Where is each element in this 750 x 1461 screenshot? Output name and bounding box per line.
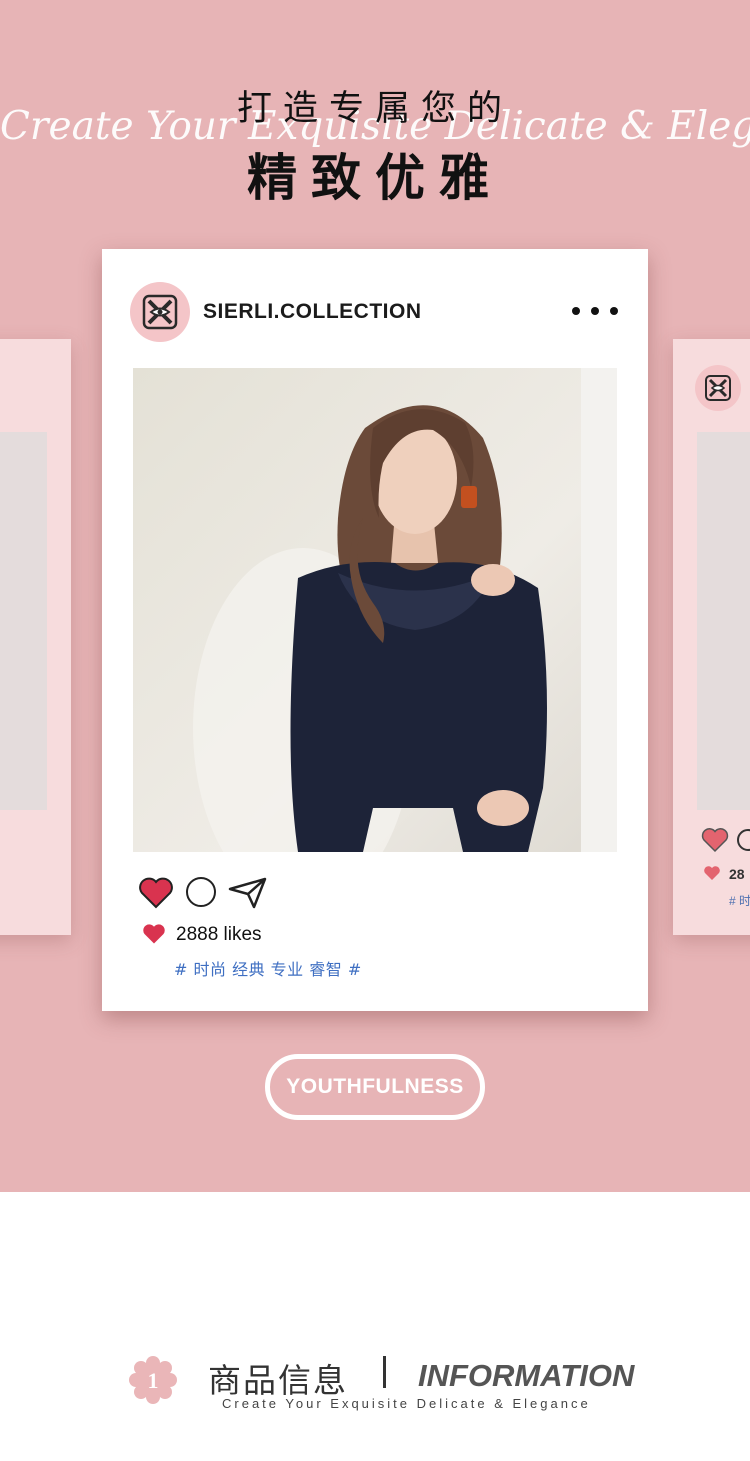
product-photo: [133, 368, 617, 852]
section-header: 1 商品信息 INFORMATION Create Your Exquisite…: [0, 1340, 750, 1420]
section-subtitle: Create Your Exquisite Delicate & Eleganc…: [222, 1396, 591, 1411]
account-name[interactable]: SIERLI.COLLECTION: [203, 300, 422, 324]
section-title-cn: 商品信息: [208, 1361, 348, 1400]
side-card-left[interactable]: [0, 339, 71, 935]
brand-avatar[interactable]: [130, 282, 190, 342]
heart-icon[interactable]: [138, 876, 174, 910]
youthfulness-button[interactable]: YOUTHFULNESS: [265, 1054, 485, 1120]
comment-icon[interactable]: [186, 877, 216, 907]
side-card-right[interactable]: 28 # 时: [673, 339, 750, 935]
flower-badge-icon: 1: [129, 1356, 177, 1404]
post-card: SIERLI.COLLECTION 2888 likes # 时尚 经典 专业 …: [102, 249, 648, 1011]
heart-icon[interactable]: [701, 827, 729, 853]
likes-heart-icon: [143, 924, 165, 944]
side-card-photo: [697, 432, 750, 810]
likes-heart-icon: [704, 866, 720, 880]
more-options-icon[interactable]: [572, 299, 618, 323]
likes-count: 2888 likes: [176, 924, 262, 945]
section-divider: [383, 1356, 386, 1388]
side-tags-text: # 时: [729, 894, 750, 908]
section-title-en: INFORMATION: [418, 1358, 635, 1393]
side-card-photo: [0, 432, 47, 810]
headline-main: 精致优雅: [247, 149, 503, 207]
badge-number: 1: [148, 1368, 159, 1393]
hero-banner: 打造专属您的 Create Your Exquisite Delicate & …: [0, 0, 750, 1192]
brand-logo-icon: [705, 375, 731, 401]
brand-logo-icon: [142, 294, 178, 330]
headline-top: 打造专属您的: [236, 89, 513, 129]
model-photo-illustration: [133, 368, 617, 852]
side-card-avatar: [695, 365, 741, 411]
hashtags[interactable]: # 时尚 经典 专业 睿智 #: [174, 956, 362, 980]
comment-icon[interactable]: [737, 829, 750, 851]
share-icon[interactable]: [228, 877, 268, 909]
side-likes-text: 28: [729, 866, 745, 882]
